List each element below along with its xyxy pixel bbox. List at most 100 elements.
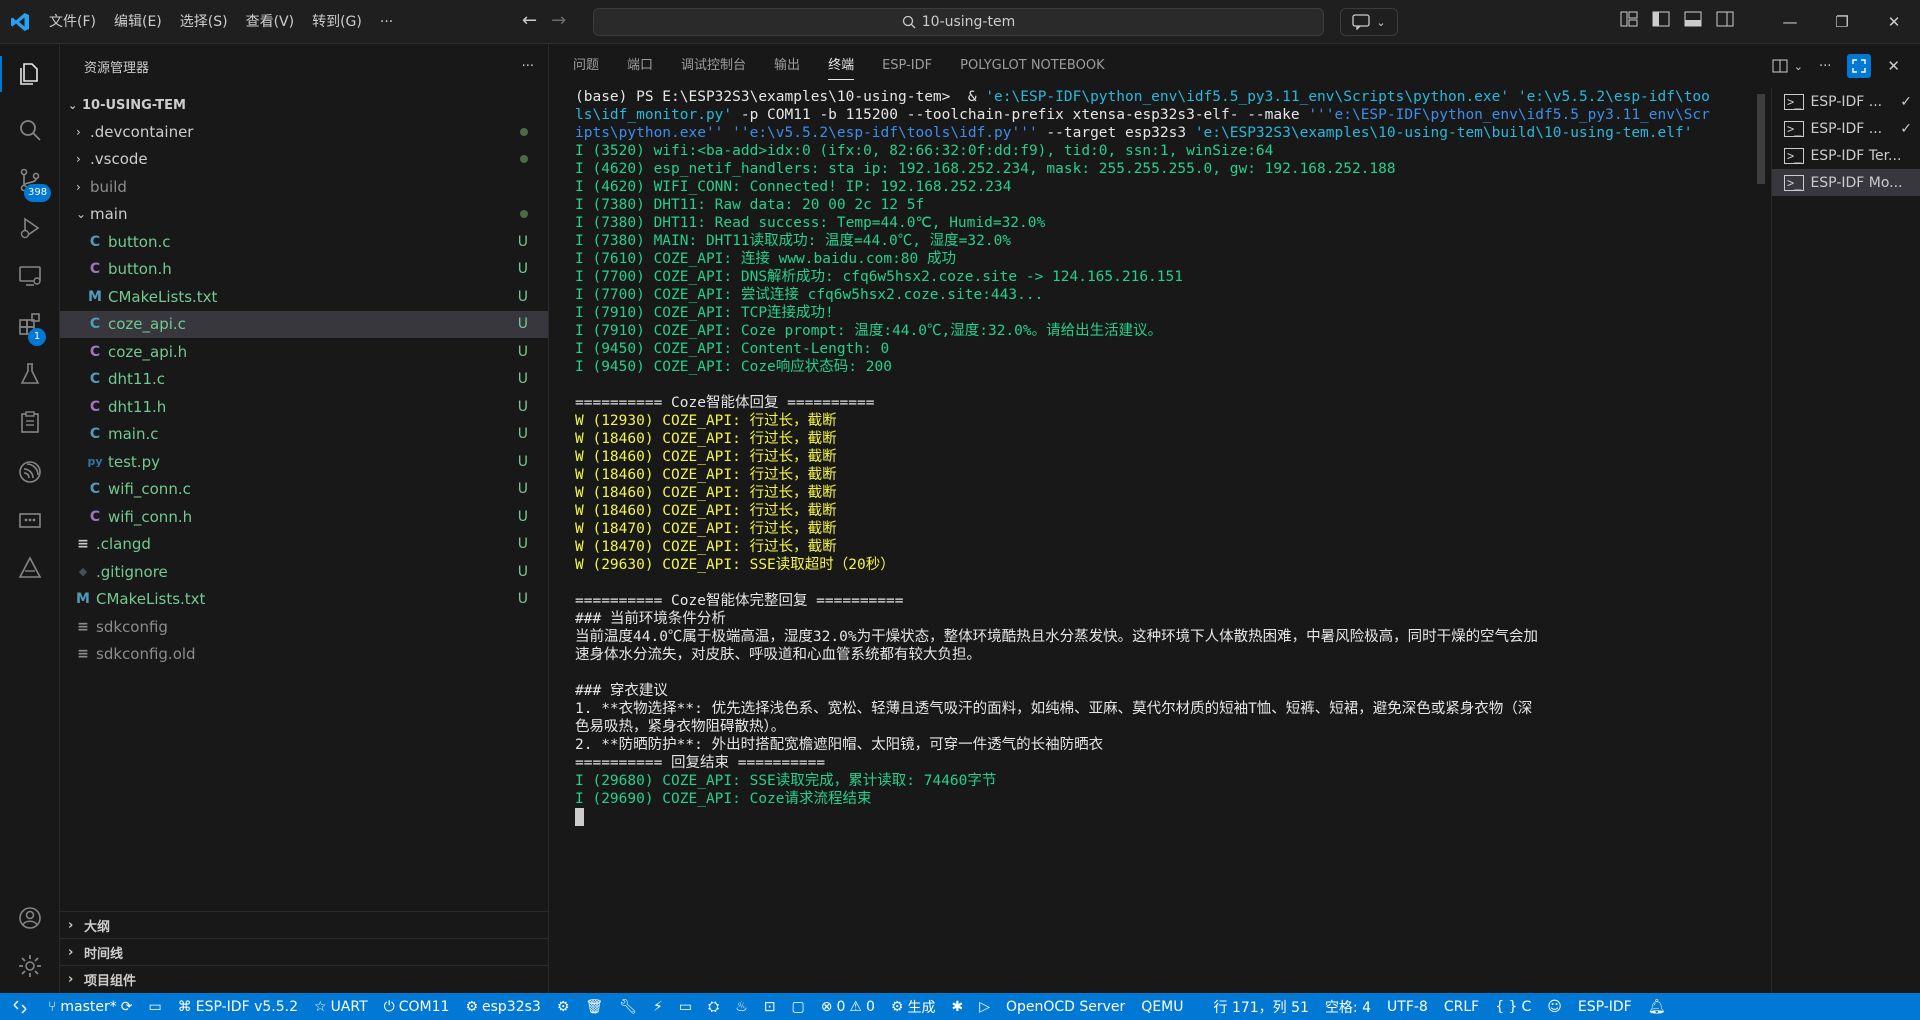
split-terminal-icon[interactable] (1772, 58, 1788, 74)
source-control-icon[interactable]: 398 (0, 156, 60, 204)
copilot-button[interactable]: ⌄ (1340, 8, 1398, 36)
close-icon[interactable]: ✕ (1868, 0, 1920, 44)
chevron-down-icon[interactable]: ⌄ (1794, 60, 1803, 73)
toggle-sidebar-icon[interactable] (1652, 10, 1670, 28)
tree-item-main-folder[interactable]: ⌄ main (60, 201, 548, 229)
tab-ports[interactable]: 端口 (627, 44, 653, 88)
toggle-panel-icon[interactable] (1684, 10, 1702, 28)
tab-problems[interactable]: 问题 (573, 44, 599, 88)
settings-gear-icon[interactable] (0, 942, 60, 990)
idf-version[interactable]: ⌘ ESP-IDF v5.5.2 (170, 993, 306, 1020)
cursor-position[interactable]: 行 171，列 51 (1206, 993, 1317, 1020)
menu-selection[interactable]: 选择(S) (171, 0, 237, 44)
flame-icon[interactable]: ♨ (727, 993, 756, 1020)
openocd-server[interactable]: OpenOCD Server (998, 993, 1133, 1020)
more-actions-icon[interactable]: ··· (1819, 59, 1831, 74)
menu-go[interactable]: 转到(G) (303, 0, 371, 44)
debug-icon[interactable]: ⛭ (700, 993, 727, 1020)
tab-esp-idf[interactable]: ESP-IDF (882, 44, 932, 88)
customize-layout-icon[interactable] (1620, 10, 1638, 28)
tree-item-wifi-conn-h[interactable]: C wifi_conn.h U (60, 503, 548, 531)
espressif-icon[interactable] (0, 448, 60, 496)
encoding[interactable]: UTF-8 (1379, 993, 1436, 1020)
more-actions-icon[interactable]: ··· (522, 59, 534, 74)
menu-edit[interactable]: 编辑(E) (105, 0, 171, 44)
explorer-icon[interactable] (0, 50, 60, 98)
clipboard-icon[interactable] (0, 398, 60, 446)
tree-item-clangd[interactable]: ≡ .clangd U (60, 531, 548, 559)
minimize-icon[interactable]: — (1764, 0, 1816, 44)
menu-view[interactable]: 查看(V) (237, 0, 304, 44)
qemu-button[interactable]: QEMU (1133, 993, 1191, 1020)
terminal-output[interactable]: (base) PS E:\ESP32S3\examples\10-using-t… (575, 88, 1745, 988)
tree-item-coze-api-h[interactable]: C coze_api.h U (60, 338, 548, 366)
menu-more[interactable]: ··· (371, 0, 402, 44)
workspace-root[interactable]: ⌄ 10-USING-TEM (60, 92, 548, 118)
idf-tools-icon[interactable] (0, 544, 60, 592)
problems-indicator[interactable]: ⊗ 0 ⚠ 0 (813, 993, 883, 1020)
folder-icon[interactable]: ▭ (141, 993, 170, 1020)
monitor-icon[interactable]: ▭ (671, 993, 700, 1020)
run-icon[interactable]: ▷ (971, 993, 998, 1020)
esp-idf-status[interactable]: ESP-IDF (1570, 993, 1640, 1020)
build-button[interactable]: ⚙ 生成 (883, 993, 944, 1020)
outline-section[interactable]: › 大纲 (60, 911, 548, 938)
serial-port[interactable]: ⏻ COM11 (376, 993, 458, 1020)
indentation[interactable]: 空格: 4 (1317, 993, 1379, 1020)
tree-item-sdkconfig-old[interactable]: ≡ sdkconfig.old (60, 641, 548, 669)
menu-file[interactable]: 文件(F) (40, 0, 105, 44)
back-arrow-icon[interactable]: ← (522, 10, 537, 31)
command-center-search[interactable]: 10-using-tem (593, 8, 1324, 36)
tree-item-build[interactable]: › build (60, 173, 548, 201)
bug-icon[interactable]: ✱ (943, 993, 971, 1020)
terminal-item[interactable]: >_ ESP-IDF Mo... (1772, 169, 1920, 196)
account-icon[interactable] (0, 894, 60, 942)
menuconfig-gear-icon[interactable]: ⚙ (549, 993, 578, 1020)
tree-item-button-c[interactable]: C button.c U (60, 228, 548, 256)
tree-item-coze-api-c[interactable]: C coze_api.c U (60, 310, 548, 338)
tree-item-button-h[interactable]: C button.h U (60, 256, 548, 284)
tab-debug-console[interactable]: 调试控制台 (681, 44, 746, 88)
forward-arrow-icon[interactable]: → (551, 10, 566, 31)
language-mode[interactable]: { } C (1487, 993, 1539, 1020)
tree-item-cmakelists-root[interactable]: M CMakeLists.txt U (60, 586, 548, 614)
remote-explorer-icon[interactable] (0, 252, 60, 300)
trash-icon[interactable]: 🗑︎ (577, 993, 611, 1020)
branch-indicator[interactable]: ⑂ master* ⟳ (40, 993, 141, 1020)
tree-item-gitignore[interactable]: ◆ .gitignore U (60, 558, 548, 586)
tree-item-wifi-conn-c[interactable]: C wifi_conn.c U (60, 476, 548, 504)
flash-lightning-icon[interactable]: ⚡︎ (645, 993, 671, 1020)
tree-item-dht11-c[interactable]: C dht11.c U (60, 366, 548, 394)
close-panel-icon[interactable]: ✕ (1887, 57, 1900, 75)
tab-output[interactable]: 输出 (774, 44, 800, 88)
tree-item-test-py[interactable]: py test.py U (60, 448, 548, 476)
sync-icon[interactable]: ⟳ (121, 999, 133, 1015)
tab-terminal[interactable]: 终端 (828, 44, 855, 88)
target-chip[interactable]: ⚙ esp32s3 (457, 993, 548, 1020)
restore-icon[interactable]: ❐ (1816, 0, 1868, 44)
tree-item-main-c[interactable]: C main.c U (60, 421, 548, 449)
maximize-panel-icon[interactable] (1847, 54, 1872, 78)
terminal-item[interactable]: >_ ESP-IDF ... ✓ (1772, 88, 1920, 115)
line-ending[interactable]: CRLF (1436, 993, 1487, 1020)
tree-item-vscode[interactable]: › .vscode (60, 146, 548, 174)
terminal-item[interactable]: >_ ESP-IDF Ter... (1772, 142, 1920, 169)
tree-item-devcontainer[interactable]: › .devcontainer (60, 118, 548, 146)
tree-item-cmakelists-main[interactable]: M CMakeLists.txt U (60, 283, 548, 311)
device-icon[interactable] (0, 496, 60, 544)
tree-item-dht11-h[interactable]: C dht11.h U (60, 393, 548, 421)
extensions-icon[interactable]: 1 (0, 300, 60, 348)
search-icon[interactable] (0, 106, 60, 154)
timeline-section[interactable]: › 时间线 (60, 938, 548, 965)
flash-method[interactable]: ☆ UART (306, 993, 376, 1020)
terminal-icon[interactable]: ⊡ (756, 993, 784, 1020)
scrollbar-thumb[interactable] (1757, 94, 1765, 184)
book-icon[interactable]: ▢ (784, 993, 813, 1020)
run-debug-icon[interactable] (0, 204, 60, 252)
toggle-secondary-sidebar-icon[interactable] (1716, 10, 1734, 28)
remote-indicator-icon[interactable] (0, 993, 40, 1020)
copilot-icon[interactable]: ☺ (1539, 993, 1570, 1020)
wrench-icon[interactable]: 🔧︎ (611, 993, 645, 1020)
notifications-bell-icon[interactable]: 🔔︎ (1640, 993, 1674, 1020)
terminal-item[interactable]: >_ ESP-IDF ... ✓ (1772, 115, 1920, 142)
